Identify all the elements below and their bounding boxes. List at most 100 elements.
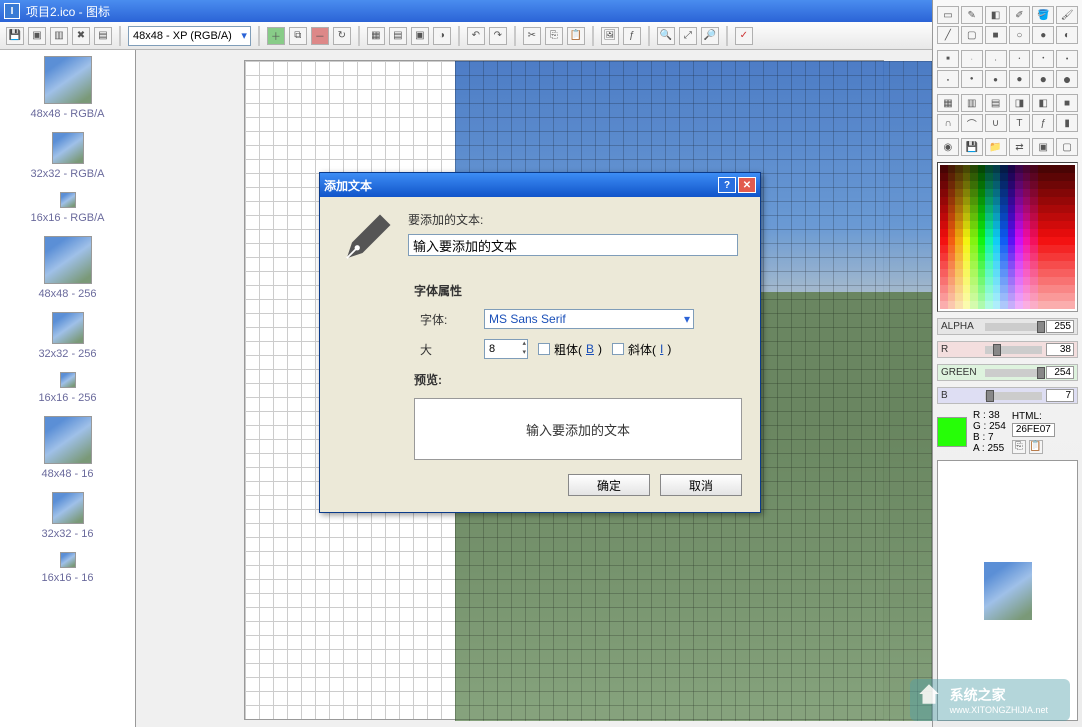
- delete-icon[interactable]: ✖: [72, 27, 90, 45]
- text-to-add-input[interactable]: [408, 234, 738, 256]
- format-thumb[interactable]: 16x16 - RGB/A: [0, 192, 135, 224]
- font-size-spinner[interactable]: 8: [484, 339, 528, 359]
- save-icon[interactable]: 💾: [6, 27, 24, 45]
- font-family-combo[interactable]: MS Sans Serif: [484, 309, 694, 329]
- red-slider[interactable]: R 38: [937, 341, 1078, 358]
- dialog-close-button[interactable]: ✕: [738, 177, 756, 193]
- filled-rect-icon[interactable]: ■: [985, 26, 1007, 44]
- blue-slider[interactable]: B 7: [937, 387, 1078, 404]
- cut-icon[interactable]: ✂: [523, 27, 541, 45]
- brush-icon[interactable]: 🖌: [1056, 6, 1078, 24]
- eraser-icon[interactable]: ◧: [985, 6, 1007, 24]
- gradient-2-icon[interactable]: ▥: [961, 94, 983, 112]
- thumb-image: [60, 552, 76, 568]
- size-format-combo[interactable]: 48x48 - XP (RGB/A): [128, 26, 251, 46]
- palette-add-icon[interactable]: ▣: [1032, 138, 1054, 156]
- format-thumb[interactable]: 48x48 - RGB/A: [0, 56, 135, 120]
- curve-3-icon[interactable]: ∪: [985, 114, 1007, 132]
- new-file-icon[interactable]: ▣: [28, 27, 46, 45]
- zoom-in-icon[interactable]: 🔍: [657, 27, 675, 45]
- gradient-6-icon[interactable]: ■: [1056, 94, 1078, 112]
- bold-checkbox[interactable]: 粗体(B): [538, 341, 602, 358]
- html-color-input[interactable]: 26FE07: [1012, 423, 1055, 437]
- ok-button[interactable]: 确定: [568, 474, 650, 496]
- magic-icon[interactable]: ▮: [1056, 114, 1078, 132]
- export-icon[interactable]: ▤: [94, 27, 112, 45]
- duplicate-icon[interactable]: ⧉: [289, 27, 307, 45]
- select-rect-icon[interactable]: ▭: [937, 6, 959, 24]
- add-format-icon[interactable]: ＋: [267, 27, 285, 45]
- palette-open-icon[interactable]: 📁: [985, 138, 1007, 156]
- color-palette[interactable]: [937, 162, 1078, 312]
- rect-icon[interactable]: ▢: [961, 26, 983, 44]
- paste-icon[interactable]: 📋: [567, 27, 585, 45]
- size-11-icon[interactable]: ●: [1032, 70, 1054, 88]
- palette-swap-icon[interactable]: ⇄: [1009, 138, 1031, 156]
- thumb-label: 48x48 - RGB/A: [0, 108, 135, 120]
- format-thumb[interactable]: 16x16 - 256: [0, 372, 135, 404]
- undo-icon[interactable]: ↶: [467, 27, 485, 45]
- zoom-out-icon[interactable]: 🔎: [701, 27, 719, 45]
- gradient-4-icon[interactable]: ◨: [1009, 94, 1031, 112]
- size-8-icon[interactable]: ●: [961, 70, 983, 88]
- size-12-icon[interactable]: ●: [1056, 70, 1078, 88]
- open-icon[interactable]: ▥: [50, 27, 68, 45]
- gradient-1-icon[interactable]: ▦: [937, 94, 959, 112]
- current-color-swatch[interactable]: [937, 417, 967, 447]
- import-image-icon[interactable]: 🖼: [601, 27, 619, 45]
- palette-mode-icon[interactable]: ◉: [937, 138, 959, 156]
- effects-icon[interactable]: ◑: [433, 27, 451, 45]
- grid-view-icon[interactable]: ▦: [367, 27, 385, 45]
- rotate-icon[interactable]: ↻: [333, 27, 351, 45]
- format-thumb[interactable]: 32x32 - 16: [0, 492, 135, 540]
- ellipse-icon[interactable]: ○: [1009, 26, 1031, 44]
- eyedropper-icon[interactable]: ✐: [1009, 6, 1031, 24]
- alpha-slider[interactable]: ALPHA 255: [937, 318, 1078, 335]
- tool-grid-1: ▭ ✎ ◧ ✐ 🪣 🖌 ╱ ▢ ■ ○ ● ◐: [937, 6, 1078, 44]
- pencil-icon[interactable]: ✎: [961, 6, 983, 24]
- size-2-icon[interactable]: •: [961, 50, 983, 68]
- detail-view-icon[interactable]: ▤: [389, 27, 407, 45]
- green-slider[interactable]: GREEN 254: [937, 364, 1078, 381]
- gradient-3-icon[interactable]: ▤: [985, 94, 1007, 112]
- app-icon: I: [4, 3, 20, 19]
- remove-format-icon[interactable]: －: [311, 27, 329, 45]
- dialog-titlebar[interactable]: 添加文本 ? ✕: [320, 173, 760, 197]
- script-icon[interactable]: ƒ: [623, 27, 641, 45]
- bucket-icon[interactable]: 🪣: [1032, 6, 1054, 24]
- size-3-icon[interactable]: •: [985, 50, 1007, 68]
- filled-ellipse-icon[interactable]: ●: [1032, 26, 1054, 44]
- copy-color-icon[interactable]: ⎘: [1012, 440, 1026, 454]
- dialog-help-button[interactable]: ?: [718, 177, 736, 193]
- format-thumb[interactable]: 48x48 - 256: [0, 236, 135, 300]
- italic-checkbox[interactable]: 斜体(I): [612, 341, 671, 358]
- palette-del-icon[interactable]: ▢: [1056, 138, 1078, 156]
- curve-1-icon[interactable]: ∩: [937, 114, 959, 132]
- size-4-icon[interactable]: •: [1009, 50, 1031, 68]
- size-7-icon[interactable]: ●: [937, 70, 959, 88]
- format-thumb[interactable]: 16x16 - 16: [0, 552, 135, 584]
- line-icon[interactable]: ╱: [937, 26, 959, 44]
- size-5-icon[interactable]: •: [1032, 50, 1054, 68]
- blur-icon[interactable]: ◐: [1056, 26, 1078, 44]
- preview-label: 预览:: [414, 371, 742, 388]
- zoom-fit-icon[interactable]: ⤢: [679, 27, 697, 45]
- text-icon[interactable]: T: [1009, 114, 1031, 132]
- layers-icon[interactable]: ▣: [411, 27, 429, 45]
- palette-save-icon[interactable]: 💾: [961, 138, 983, 156]
- size-9-icon[interactable]: ●: [985, 70, 1007, 88]
- paste-color-icon[interactable]: 📋: [1029, 440, 1043, 454]
- format-thumb[interactable]: 32x32 - 256: [0, 312, 135, 360]
- curve-2-icon[interactable]: ⌒: [961, 114, 983, 132]
- format-thumb[interactable]: 48x48 - 16: [0, 416, 135, 480]
- cancel-button[interactable]: 取消: [660, 474, 742, 496]
- size-10-icon[interactable]: ●: [1009, 70, 1031, 88]
- fx-icon[interactable]: ƒ: [1032, 114, 1054, 132]
- format-thumb[interactable]: 32x32 - RGB/A: [0, 132, 135, 180]
- size-6-icon[interactable]: •: [1056, 50, 1078, 68]
- size-1-icon[interactable]: ■: [937, 50, 959, 68]
- gradient-5-icon[interactable]: ◧: [1032, 94, 1054, 112]
- copy-icon[interactable]: ⎘: [545, 27, 563, 45]
- redo-icon[interactable]: ↷: [489, 27, 507, 45]
- check-icon[interactable]: ✓: [735, 27, 753, 45]
